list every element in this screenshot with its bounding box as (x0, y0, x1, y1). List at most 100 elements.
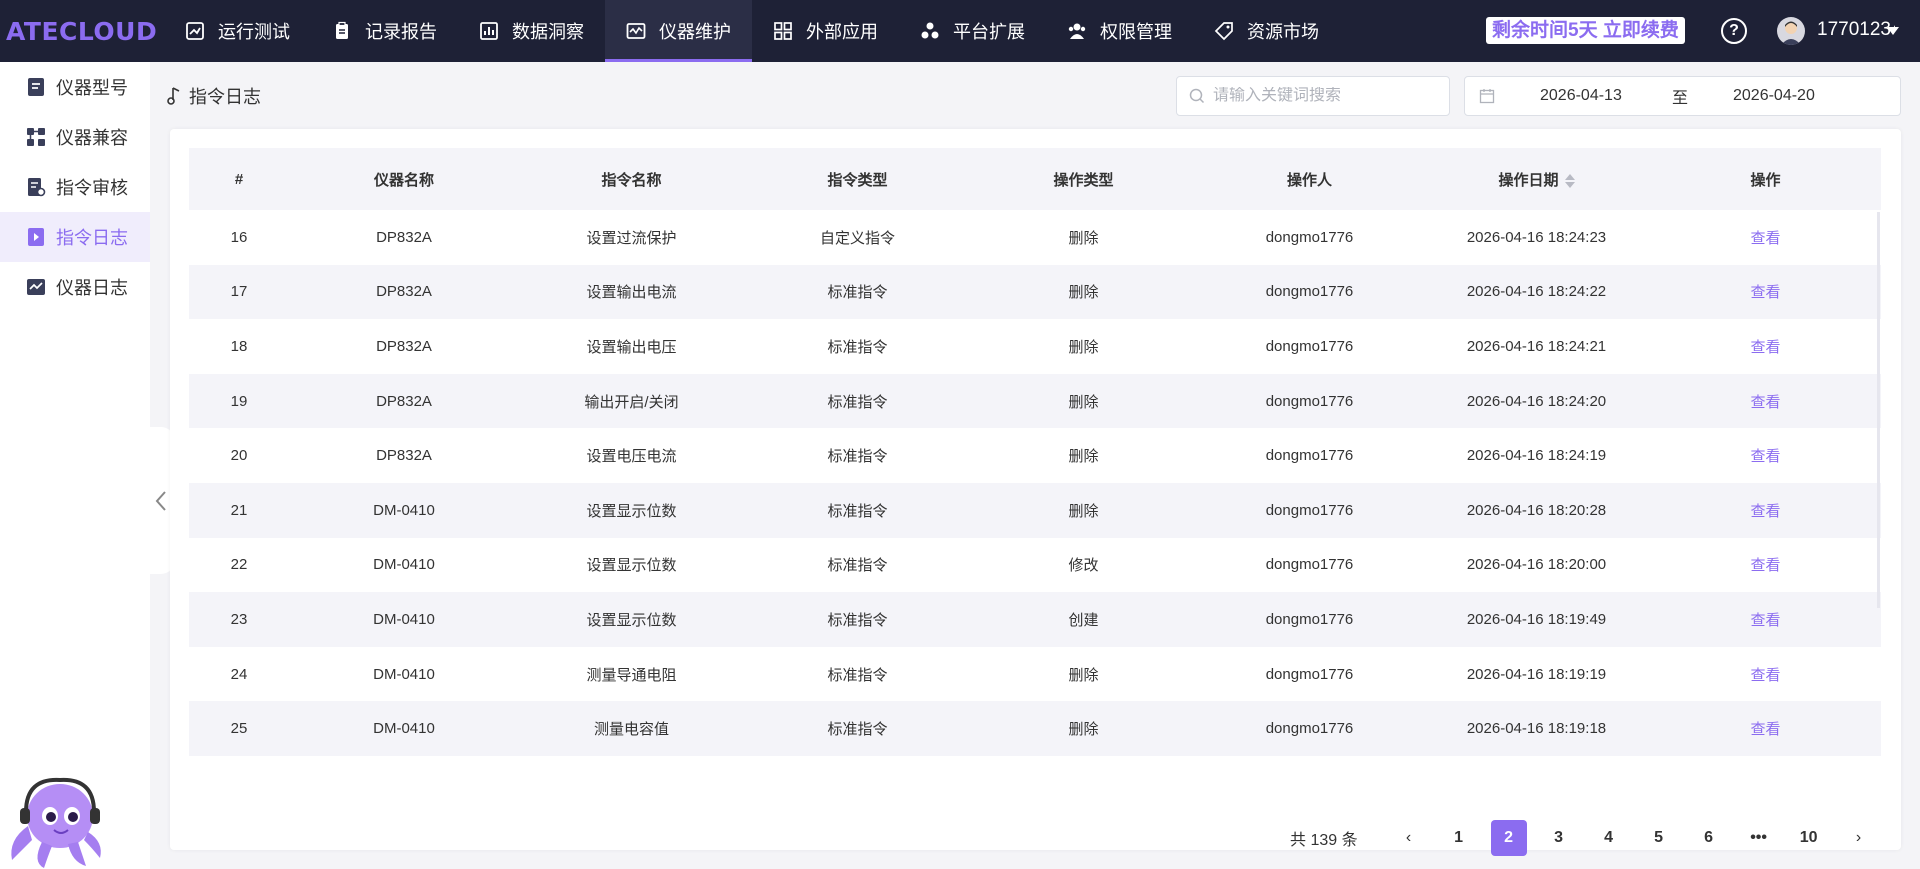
view-link[interactable]: 查看 (1650, 609, 1881, 630)
table-cell: 24 (230, 665, 248, 683)
table-body[interactable]: 16 DP832A 设置过流保护 自定义指令删除 dongmo1776 2026-04-1… (189, 210, 1881, 761)
nav-item-label: 权限管理 (1100, 22, 1172, 42)
page-button[interactable]: 3 (1541, 820, 1577, 856)
table-cell: 自定义指令 (819, 229, 895, 247)
sidebar-item-4[interactable]: 仪器日志 (0, 262, 150, 312)
sidebar-item-label: 仪器兼容 (56, 128, 128, 148)
search-input[interactable] (1213, 87, 1443, 105)
table-cell: dongmo1776 (1265, 501, 1354, 519)
table-cell: 设置显示位数 (586, 557, 677, 575)
column-header: 操作类型 (971, 169, 1196, 190)
table-cell: 设置过流保护 (586, 229, 677, 247)
nav-item-1[interactable]: 记录报告 (311, 0, 458, 62)
sort-icon[interactable] (1564, 173, 1575, 189)
view-link[interactable]: 查看 (1650, 281, 1881, 302)
start-date[interactable]: 2026-04-13 (1540, 87, 1622, 105)
table-row: 26DM-0410电流自动量程标准指令删除dongmo17762026-04-1… (189, 756, 1881, 761)
search-box[interactable] (1176, 76, 1450, 116)
page-button[interactable]: ••• (1741, 820, 1777, 856)
app-logo[interactable]: ATECLOUD (0, 17, 164, 46)
table-cell: 删除 (1068, 666, 1099, 684)
page-button[interactable]: 2 (1490, 820, 1527, 856)
sidebar-item-1[interactable]: 仪器兼容 (0, 112, 150, 162)
sidebar-item-2[interactable]: 指令审核 (0, 162, 150, 212)
table-cell: 设置显示位数 (586, 502, 677, 520)
chevron-down-icon[interactable] (1887, 27, 1899, 35)
end-date[interactable]: 2026-04-20 (1733, 87, 1815, 105)
table-scrollbar[interactable] (1877, 212, 1880, 608)
nav-item-7[interactable]: 资源市场 (1193, 0, 1340, 62)
nav-item-4[interactable]: 外部应用 (752, 0, 899, 62)
view-link[interactable]: 查看 (1650, 336, 1881, 357)
nav-item-6[interactable]: 权限管理 (1046, 0, 1193, 62)
table-cell: 21 (230, 501, 248, 519)
main-nav: 运行测试 记录报告 数据洞察 仪器维护 外部应用 平台扩展 权限管理 资源市场 (164, 0, 1340, 62)
page-button[interactable]: 5 (1641, 820, 1677, 856)
pagination: 共 139 条 ‹ 1 2 3 4 5 6 ••• 10 › (1290, 820, 1884, 856)
table-row: 19 DP832A 输出开启/关闭 标准指令 删除 dongmo1776 2026-04-1… (189, 373, 1881, 429)
column-header: 操作 (1650, 169, 1881, 190)
username[interactable]: 17701234567 (1817, 19, 1895, 41)
table-cell: 设置输出电流 (586, 284, 677, 302)
view-link[interactable]: 查看 (1650, 664, 1881, 685)
instrument-model-icon (28, 78, 44, 96)
view-link[interactable]: 查看 (1650, 445, 1881, 466)
nav-item-2[interactable]: 数据洞察 (458, 0, 605, 62)
view-link[interactable]: 查看 (1650, 500, 1881, 521)
table-cell: 设置输出电压 (586, 338, 677, 356)
nav-item-3[interactable]: 仪器维护 (605, 0, 752, 62)
table-cell: 删除 (1068, 338, 1099, 356)
table-cell: DM-0410 (373, 665, 435, 683)
column-header: 仪器名称 (289, 169, 519, 190)
sidebar-item-label: 指令日志 (56, 228, 128, 248)
table-row: 25 DM-0410 测量电容值 标准指令 删除 dongmo1776 2026-04-16… (189, 701, 1881, 756)
table-cell: 设置显示位数 (586, 611, 677, 629)
view-link[interactable]: 查看 (1650, 718, 1881, 739)
table-cell: DM-0410 (373, 556, 435, 574)
sidebar-item-label: 指令审核 (56, 178, 128, 198)
date-range-picker[interactable]: 2026-04-13 至 2026-04-20 (1464, 76, 1901, 116)
sidebar-item-0[interactable]: 仪器型号 (0, 62, 150, 112)
view-link[interactable]: 查看 (1650, 391, 1881, 412)
sidebar-item-3[interactable]: 指令日志 (0, 212, 150, 262)
table-cell: 设置电压电流 (586, 448, 677, 466)
next-page-button[interactable]: › (1841, 820, 1877, 856)
assistant-mascot-icon[interactable] (2, 770, 106, 869)
table-cell: 创建 (1068, 611, 1099, 629)
table-cell: dongmo1776 (1265, 610, 1354, 628)
users-icon (1068, 23, 1086, 39)
table-cell: 2026-04-16 18:19:18 (1466, 720, 1607, 738)
grid-icon (774, 22, 792, 40)
renew-button[interactable]: 剩余时间5天 立即续费 (1486, 17, 1685, 44)
column-header[interactable]: 操作日期 (1423, 169, 1650, 190)
prev-page-button[interactable]: ‹ (1391, 820, 1427, 856)
table-cell: 输出开启/关闭 (584, 393, 679, 411)
table-cell: dongmo1776 (1265, 720, 1354, 738)
table-cell: 16 (230, 228, 248, 246)
avatar[interactable] (1777, 17, 1805, 45)
help-icon[interactable]: ? (1721, 18, 1747, 44)
clipboard-icon (336, 21, 348, 39)
table-cell: 标准指令 (827, 448, 888, 466)
table-cell: 测量导通电阻 (586, 666, 677, 684)
table-cell: DM-0410 (373, 720, 435, 738)
content-panel: # 仪器名称 指令名称 指令类型 操作类型 操作人 操作日期 操作 16 DP832A 设置过流保… (170, 129, 1901, 850)
page-button[interactable]: 1 (1441, 820, 1477, 856)
table-cell: 删除 (1068, 721, 1099, 739)
nav-item-0[interactable]: 运行测试 (164, 0, 311, 62)
column-header-label: 指令名称 (601, 171, 662, 189)
page-button[interactable]: 4 (1591, 820, 1627, 856)
table-cell: DP832A (376, 283, 432, 301)
table-cell: 标准指令 (827, 721, 888, 739)
calendar-icon (1479, 89, 1495, 104)
tag-icon (1214, 22, 1233, 41)
nav-item-5[interactable]: 平台扩展 (899, 0, 1046, 62)
table-cell: 删除 (1068, 502, 1099, 520)
page-button[interactable]: 6 (1691, 820, 1727, 856)
table-cell: dongmo1776 (1265, 665, 1354, 683)
column-header: 操作人 (1196, 169, 1423, 190)
page-button[interactable]: 10 (1791, 820, 1827, 856)
view-link[interactable]: 查看 (1650, 554, 1881, 575)
table-row: 24 DM-0410 测量导通电阻 标准指令 删除 dongmo1776 2026-04-1… (189, 647, 1881, 702)
view-link[interactable]: 查看 (1650, 227, 1881, 248)
